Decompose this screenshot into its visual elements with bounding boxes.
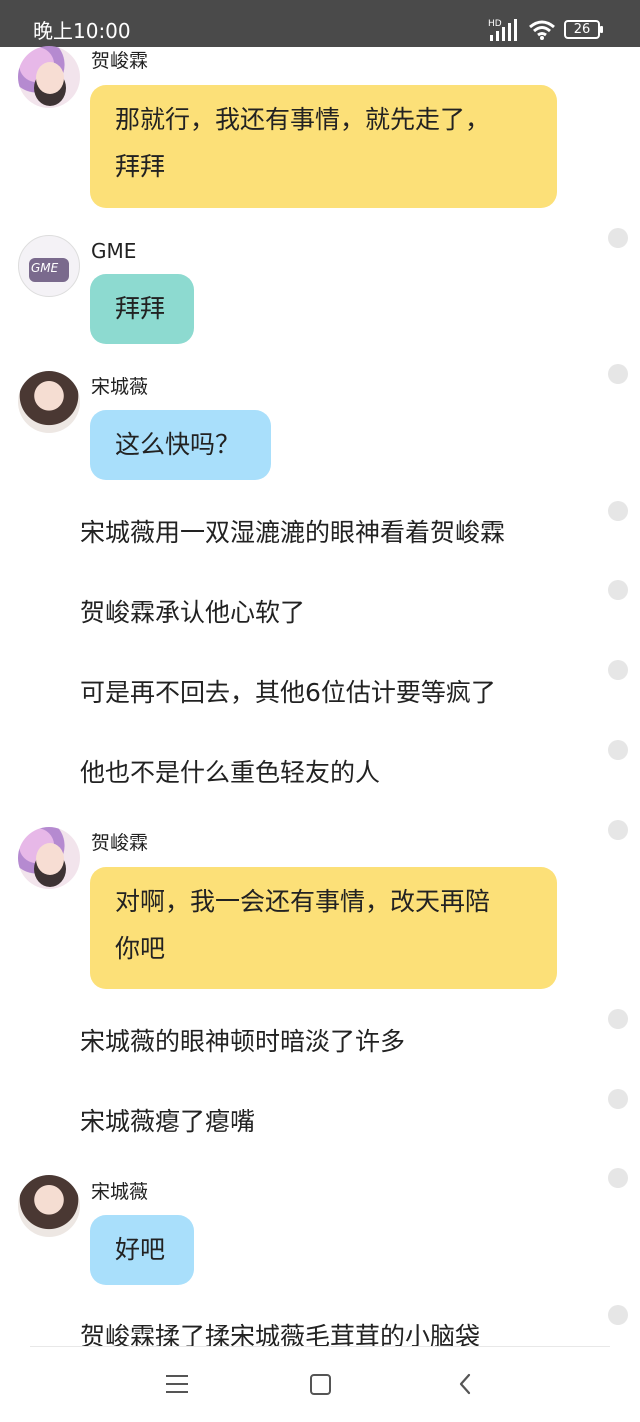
battery-level: 26 [573,22,591,37]
bubble-line: 这么快吗？ [115,430,241,459]
avatar[interactable] [18,371,80,433]
bubble-line: 拜拜 [115,294,166,323]
status-bar: 晚上10:00 HD 26 [0,0,640,47]
chat-bubble[interactable]: 那就行，我还有事情，就先走了， 拜拜 [90,85,557,208]
status-time: 晚上10:00 [33,19,131,43]
narration-text: 他也不是什么重色轻友的人 [80,758,381,787]
navigation-bar [0,1346,640,1422]
read-status-dot [608,1089,628,1109]
narration-text: 宋城薇瘪了瘪嘴 [80,1107,256,1136]
home-icon[interactable] [310,1374,331,1395]
narration-text: 贺峻霖承认他心软了 [80,598,306,627]
avatar[interactable] [18,827,80,889]
sender-name: 宋城薇 [91,1181,149,1203]
signal-icon: HD [488,19,517,41]
read-status-dot [608,1168,628,1188]
narration-text: 宋城薇用一双湿漉漉的眼神看着贺峻霖 [80,518,506,547]
menu-icon[interactable] [166,1375,188,1393]
avatar[interactable] [18,1175,80,1237]
chat-bubble[interactable]: 这么快吗？ [90,410,271,480]
sender-name: 贺峻霖 [91,50,149,72]
status-icons: HD 26 [488,17,603,43]
read-status-dot [608,1305,628,1325]
back-icon[interactable] [455,1373,475,1395]
chat-bubble[interactable]: 好吧 [90,1215,194,1285]
read-status-dot [608,228,628,248]
wifi-icon [529,20,555,40]
sender-name: 贺峻霖 [91,832,149,854]
bubble-line: 好吧 [115,1235,166,1264]
sender-name: 宋城薇 [91,376,149,398]
read-status-dot [608,364,628,384]
avatar[interactable] [18,46,80,108]
read-status-dot [608,660,628,680]
read-status-dot [608,501,628,521]
battery-icon: 26 [564,20,603,39]
chat-bubble[interactable]: 拜拜 [90,274,194,344]
narration-text: 宋城薇的眼神顿时暗淡了许多 [80,1027,406,1056]
bubble-line: 你吧 [115,934,166,963]
sender-name: GME [91,239,137,263]
narration-text: 可是再不回去，其他6位估计要等疯了 [80,678,496,707]
bubble-line: 对啊，我一会还有事情，改天再陪 [115,887,491,916]
read-status-dot [608,580,628,600]
bubble-line: 那就行，我还有事情，就先走了， [115,105,491,134]
read-status-dot [608,740,628,760]
bubble-line: 拜拜 [115,152,166,181]
network-label: HD [488,19,502,29]
read-status-dot [608,820,628,840]
divider [30,1346,610,1347]
avatar[interactable] [18,235,80,297]
chat-bubble[interactable]: 对啊，我一会还有事情，改天再陪 你吧 [90,867,557,989]
read-status-dot [608,1009,628,1029]
